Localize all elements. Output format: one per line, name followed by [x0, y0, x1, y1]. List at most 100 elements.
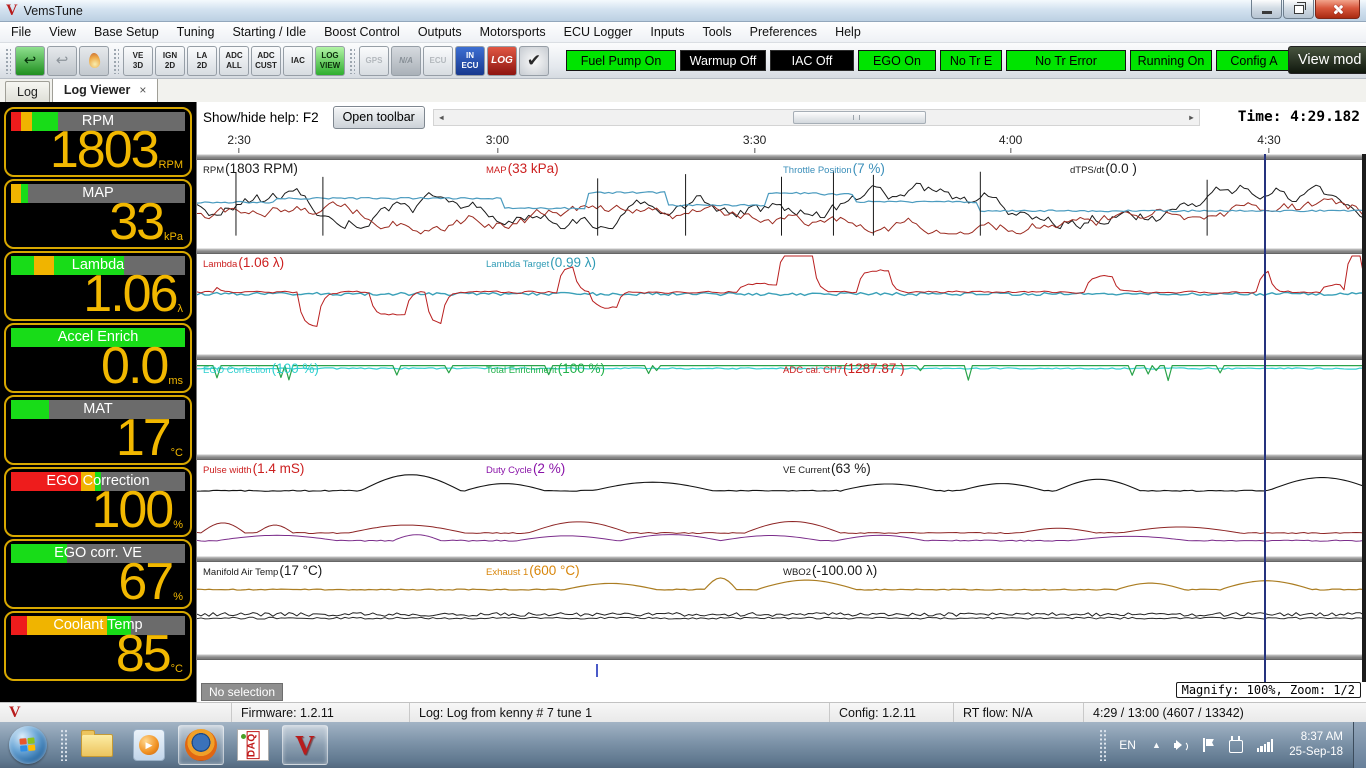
media-player-taskbar-icon[interactable]: ▶ — [126, 725, 172, 765]
network-signal-icon[interactable] — [1256, 738, 1274, 752]
no-selection-badge: No selection — [201, 683, 284, 701]
log-cursor[interactable] — [1264, 154, 1266, 682]
gauge-value: 33 kPa — [109, 193, 183, 249]
adc-all-button[interactable]: ADC ALL — [219, 45, 249, 76]
menu-boost-control[interactable]: Boost Control — [315, 24, 409, 40]
upload-config-icon[interactable]: ↩ — [47, 45, 77, 76]
minimize-button[interactable] — [1251, 0, 1282, 19]
panel-pulsewidth-ve[interactable]: Pulse width (1.4 mS) Duty Cycle (2 %) VE Cur… — [197, 460, 1366, 556]
connect-check-button[interactable]: ✔ — [519, 45, 549, 76]
gauge-map: MAP 33 kPa — [4, 179, 192, 249]
selection-strip[interactable] — [197, 660, 1366, 682]
time-axis: 2:30 3:00 3:30 4:00 4:30 — [197, 132, 1366, 154]
show-desktop-button[interactable] — [1353, 722, 1366, 768]
toolbar-grip — [5, 47, 11, 74]
menu-ecu-logger[interactable]: ECU Logger — [555, 24, 642, 40]
show-hidden-icons-icon[interactable]: ▲ — [1152, 740, 1161, 750]
menu-inputs[interactable]: Inputs — [641, 24, 693, 40]
burn-icon[interactable] — [79, 45, 109, 76]
language-indicator[interactable]: EN — [1119, 738, 1136, 752]
na-button[interactable]: N/A — [391, 45, 421, 76]
menu-base-setup[interactable]: Base Setup — [85, 24, 168, 40]
ve-3d-button[interactable]: VE 3D — [123, 45, 153, 76]
tab-close-icon[interactable]: × — [139, 83, 146, 97]
scroll-left-icon[interactable]: ◄ — [434, 113, 449, 122]
restore-button[interactable] — [1283, 0, 1314, 19]
vemstune-taskbar-icon[interactable]: V — [282, 725, 328, 765]
taskbar: ▶ DAQ V EN ▲ 8:37 AM 25-Sep-18 — [0, 722, 1366, 768]
status-bar: V Firmware: 1.2.11 Log: Log from kenny #… — [0, 702, 1366, 722]
menu-tools[interactable]: Tools — [693, 24, 740, 40]
vemstune-icon: V — [295, 729, 315, 760]
panel-rpm-map-tps[interactable]: RPM (1803 RPM) MAP (33 kPa) Throttle Positio… — [197, 160, 1366, 248]
action-center-flag-icon[interactable] — [1202, 738, 1215, 752]
gauge-unit: ms — [168, 375, 183, 387]
viewer-toolbar-row: Show/hide help: F2 Open toolbar ◄ ► Time… — [197, 102, 1366, 132]
view-mode-button[interactable]: View mod — [1288, 46, 1366, 74]
gauge-title-bar: MAP — [11, 184, 185, 203]
window-title: VemsTune — [23, 3, 83, 18]
statusbar-rt-flow: RT flow: N/A — [954, 703, 1084, 722]
menu-help[interactable]: Help — [826, 24, 870, 40]
gauge-unit: RPM — [158, 159, 183, 171]
la-2d-button[interactable]: LA 2D — [187, 45, 217, 76]
start-button[interactable] — [9, 726, 47, 764]
vertical-scrollbar[interactable] — [1362, 154, 1366, 682]
tab-log-viewer[interactable]: Log Viewer × — [51, 77, 159, 102]
app-logo-icon: V — [6, 1, 18, 19]
statusbar-logo-icon: V — [9, 703, 21, 721]
tab-log[interactable]: Log — [5, 81, 50, 102]
firefox-taskbar-icon[interactable] — [178, 725, 224, 765]
statusbar-logo-segment: V — [0, 703, 232, 722]
clock-time: 8:37 AM — [1300, 731, 1343, 744]
power-plug-icon[interactable] — [1228, 735, 1243, 753]
menu-outputs[interactable]: Outputs — [409, 24, 471, 40]
gauge-title-bar: MAT — [11, 400, 185, 419]
log-button[interactable]: LOG — [487, 45, 517, 76]
gauge-name: Coolant Temp — [53, 617, 143, 633]
statusbar-position: 4:29 / 13:00 (4607 / 13342) — [1093, 705, 1244, 720]
menu-view[interactable]: View — [40, 24, 85, 40]
ecu-button[interactable]: ECU — [423, 45, 453, 76]
horizontal-scrollbar[interactable]: ◄ ► — [432, 108, 1200, 126]
time-tick: 2:30 — [227, 133, 251, 153]
no-tr-e-indicator: No Tr E — [940, 50, 1002, 71]
menu-preferences[interactable]: Preferences — [741, 24, 826, 40]
help-text: Show/hide help: F2 — [203, 109, 319, 125]
gauge-title-bar: EGO Correction — [11, 472, 185, 491]
iac-button[interactable]: IAC — [283, 45, 313, 76]
toolbar-grip — [349, 47, 355, 74]
scroll-right-icon[interactable]: ► — [1184, 113, 1199, 122]
menu-tuning[interactable]: Tuning — [168, 24, 224, 40]
gauge-ego-correction: EGO Correction 100% — [4, 467, 192, 537]
in-ecu-button[interactable]: IN ECU — [455, 45, 485, 76]
panel-lambda[interactable]: Lambda (1.06 λ) Lambda Target (0.99 λ) — [197, 254, 1366, 354]
menu-file[interactable]: File — [2, 24, 40, 40]
scrollbar-thumb[interactable] — [793, 110, 926, 124]
volume-icon[interactable] — [1173, 739, 1189, 752]
running-indicator: Running On — [1130, 50, 1212, 71]
gauge-name: Accel Enrich — [57, 329, 139, 345]
ign-2d-button[interactable]: IGN 2D — [155, 45, 185, 76]
gauge-value: 67% — [118, 553, 183, 609]
panel-ego-enrichment[interactable]: EGO Correction (100 %) Total Enrichment (10… — [197, 360, 1366, 454]
close-button[interactable] — [1315, 0, 1360, 19]
open-toolbar-button[interactable]: Open toolbar — [332, 105, 425, 129]
clock-date: 25-Sep-18 — [1289, 746, 1343, 758]
iac-indicator: IAC Off — [770, 50, 854, 71]
gauge-unit: λ — [177, 303, 184, 315]
clock[interactable]: 8:37 AM 25-Sep-18 — [1289, 730, 1343, 760]
toolbar-grip — [113, 47, 119, 74]
menu-motorsports[interactable]: Motorsports — [471, 24, 555, 40]
gps-button[interactable]: GPS — [359, 45, 389, 76]
log-view-button[interactable]: LOG VIEW — [315, 45, 345, 76]
gauge-value: 1803 RPM — [49, 121, 183, 177]
idaq-taskbar-icon[interactable]: DAQ — [230, 725, 276, 765]
title-bar: V VemsTune — [0, 0, 1366, 22]
toolbar-file-group: ↩ ↩ — [14, 45, 110, 76]
explorer-taskbar-icon[interactable] — [74, 725, 120, 765]
download-config-icon[interactable]: ↩ — [15, 45, 45, 76]
menu-starting-idle[interactable]: Starting / Idle — [223, 24, 315, 40]
adc-cust-button[interactable]: ADC CUST — [251, 45, 281, 76]
panel-temps-wbo2[interactable]: Manifold Air Temp (17 °C) Exhaust 1 (600 °C… — [197, 562, 1366, 654]
